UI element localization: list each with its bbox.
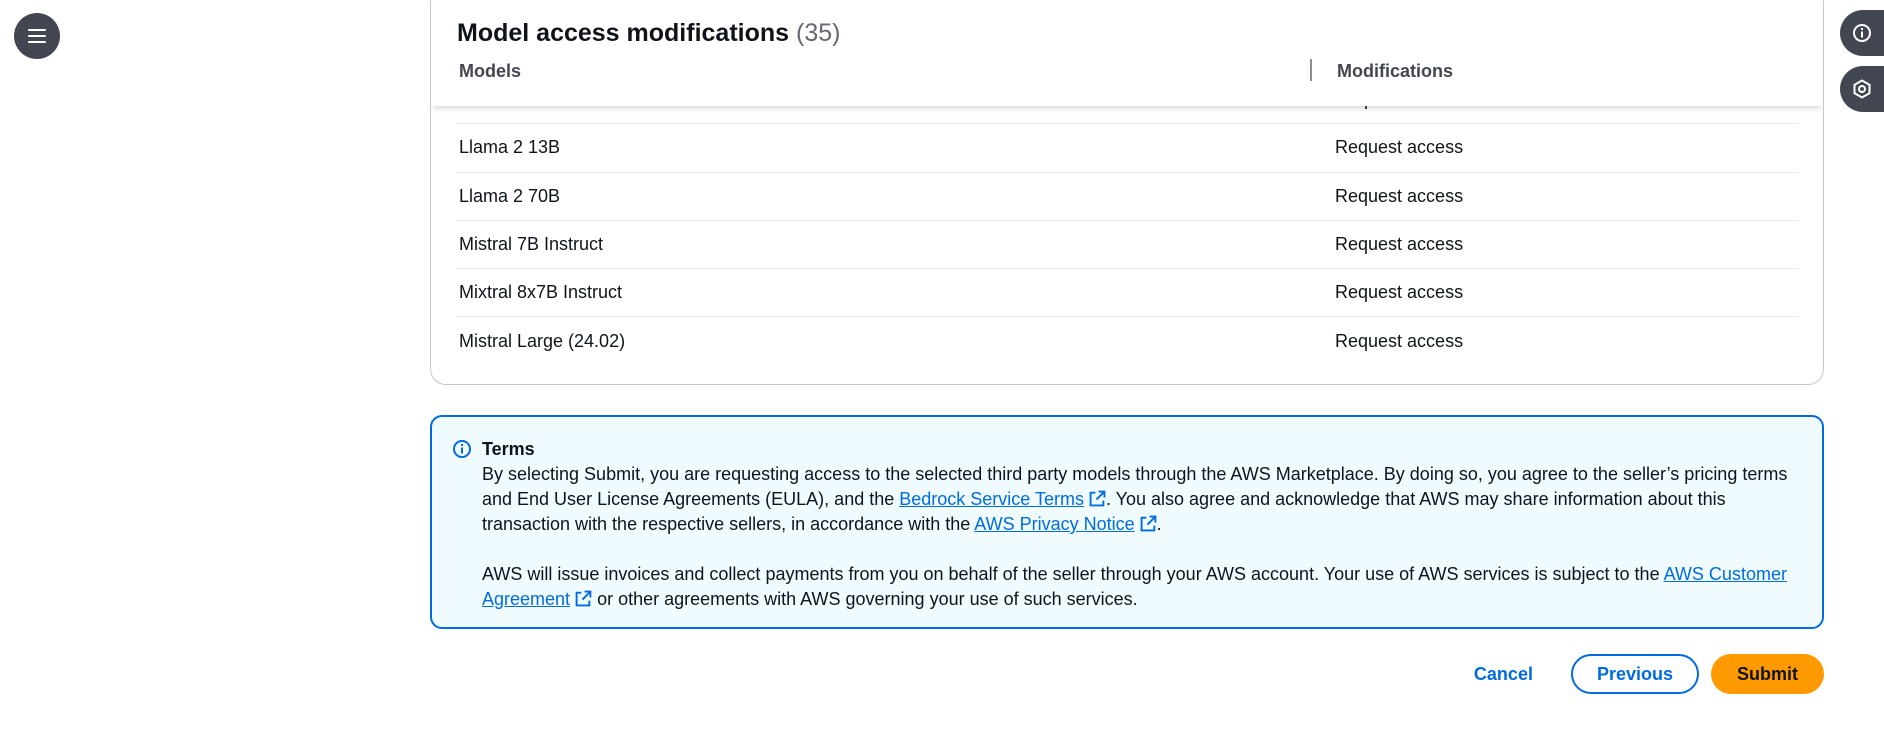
modification-value: Request access	[1335, 282, 1464, 303]
model-name: Mistral Large (24.02)	[459, 331, 626, 352]
info-icon	[1853, 24, 1871, 42]
terms-text: .	[1156, 514, 1162, 534]
terms-text: or other agreements with AWS governing y…	[592, 589, 1138, 609]
table-row: Llama 2 13B Request access	[457, 124, 1798, 173]
submit-button[interactable]: Submit	[1711, 654, 1824, 694]
link-text: Bedrock Service Terms	[899, 489, 1084, 509]
modification-value: Request access	[1335, 185, 1464, 206]
model-name: Llama 2 13B	[459, 137, 561, 158]
external-link-icon	[575, 590, 592, 607]
page-title: Model access modifications (35)	[457, 19, 840, 48]
terms-paragraph: AWS will issue invoices and collect paym…	[482, 562, 1800, 612]
terms-title: Terms	[482, 439, 535, 459]
bedrock-service-terms-link[interactable]: Bedrock Service Terms	[899, 489, 1084, 509]
card-title-text: Model access modifications	[457, 19, 790, 47]
external-link-icon	[1089, 490, 1106, 507]
column-header-models[interactable]: Models	[459, 61, 521, 82]
terms-text: AWS will issue invoices and collect paym…	[482, 564, 1664, 584]
model-name: Mixtral 8x7B Instruct	[459, 282, 623, 303]
table-row: Mixtral 8x7B Instruct Request access	[457, 269, 1798, 318]
tools-panel-button[interactable]	[1840, 66, 1884, 112]
table-row: Mistral 7B Instruct Request access	[457, 221, 1798, 270]
model-name: Mistral 7B Instruct	[459, 234, 604, 255]
cancel-button[interactable]: Cancel	[1448, 664, 1559, 685]
link-text: AWS Privacy Notice	[974, 514, 1135, 534]
modification-value: Request access	[1335, 234, 1464, 255]
modification-value: Request access	[1335, 331, 1464, 352]
column-header-modifications[interactable]: Modifications	[1337, 61, 1453, 82]
model-access-card: Model access modifications (35) Models M…	[430, 0, 1824, 385]
nav-menu-button[interactable]	[14, 13, 60, 59]
models-table-body: Llama 2 Chat 70B Request access Llama 2 …	[457, 76, 1798, 366]
aws-privacy-notice-link[interactable]: AWS Privacy Notice	[974, 514, 1134, 534]
column-resizer[interactable]	[1310, 59, 1312, 81]
info-panel-button[interactable]	[1840, 10, 1884, 56]
hamburger-icon	[28, 29, 46, 43]
info-icon	[453, 440, 471, 458]
model-count: (35)	[796, 19, 841, 47]
terms-paragraph: By selecting Submit, you are requesting …	[482, 462, 1800, 537]
table-row: Llama 2 70B Request access	[457, 173, 1798, 221]
terms-alert: Terms By selecting Submit, you are reque…	[430, 415, 1824, 629]
table-row: Mistral Large (24.02) Request access	[457, 317, 1798, 365]
form-actions: Cancel Previous Submit	[1448, 654, 1824, 694]
hexagon-settings-icon	[1853, 79, 1871, 99]
modification-value: Request access	[1335, 137, 1464, 158]
card-header: Model access modifications (35) Models M…	[431, 0, 1823, 106]
previous-button[interactable]: Previous	[1570, 654, 1699, 694]
model-name: Llama 2 70B	[459, 185, 561, 206]
external-link-icon	[1140, 515, 1156, 532]
